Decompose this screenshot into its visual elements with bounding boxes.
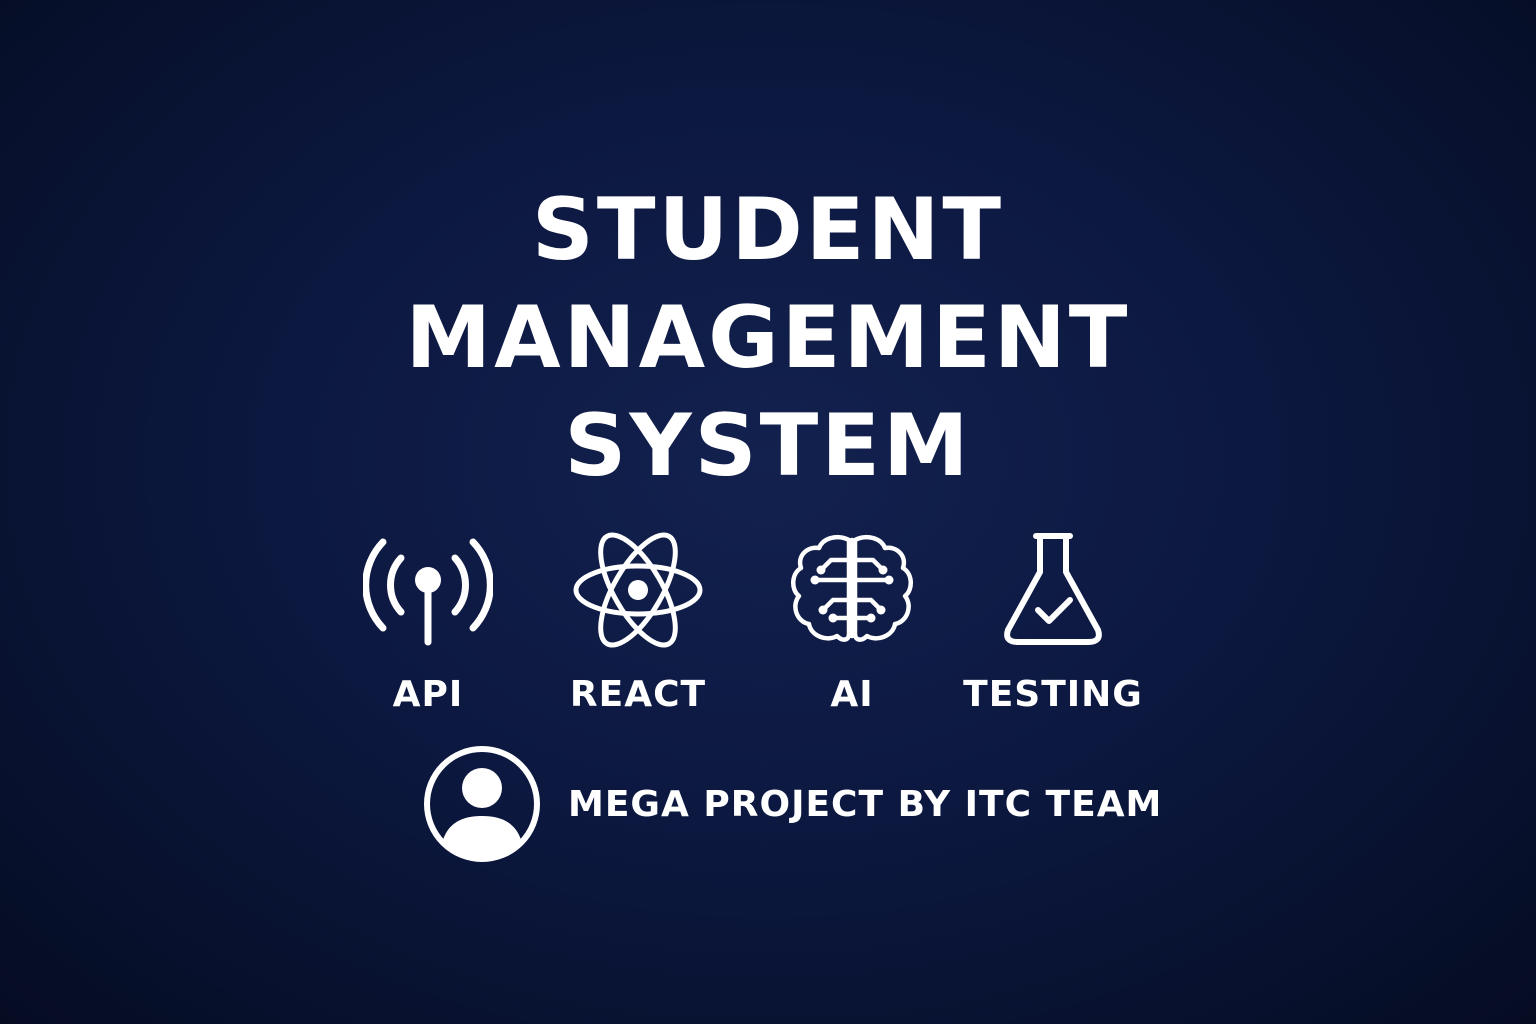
team-credit-text: MEGA PROJECT BY ITC TEAM: [568, 783, 1163, 825]
tech-item-api: API: [318, 530, 538, 715]
brain-circuit-icon: [791, 535, 913, 642]
tech-label-testing: TESTING: [963, 674, 1143, 715]
tech-label-ai: AI: [830, 674, 874, 715]
title-line-3: SYSTEM: [564, 396, 972, 496]
team-credit: MEGA PROJECT BY ITC TEAM: [422, 744, 1162, 864]
title-block: STUDENT MANAGEMENT SYSTEM: [0, 176, 1536, 500]
title-line-2: MANAGEMENT: [405, 288, 1131, 388]
title-line-1: STUDENT: [531, 180, 1005, 280]
antenna-icon: [363, 538, 493, 646]
tech-item-testing: TESTING: [943, 530, 1163, 715]
atom-icon: [573, 532, 703, 648]
tech-label-api: API: [392, 674, 464, 715]
tech-item-ai: AI: [742, 530, 962, 715]
tech-label-react: REACT: [569, 674, 707, 715]
tech-item-react: REACT: [528, 530, 748, 715]
flask-check-icon: [1004, 533, 1102, 645]
user-avatar-icon: [424, 746, 540, 862]
tech-icon-row: API REACT AI TESTING: [0, 530, 1536, 720]
